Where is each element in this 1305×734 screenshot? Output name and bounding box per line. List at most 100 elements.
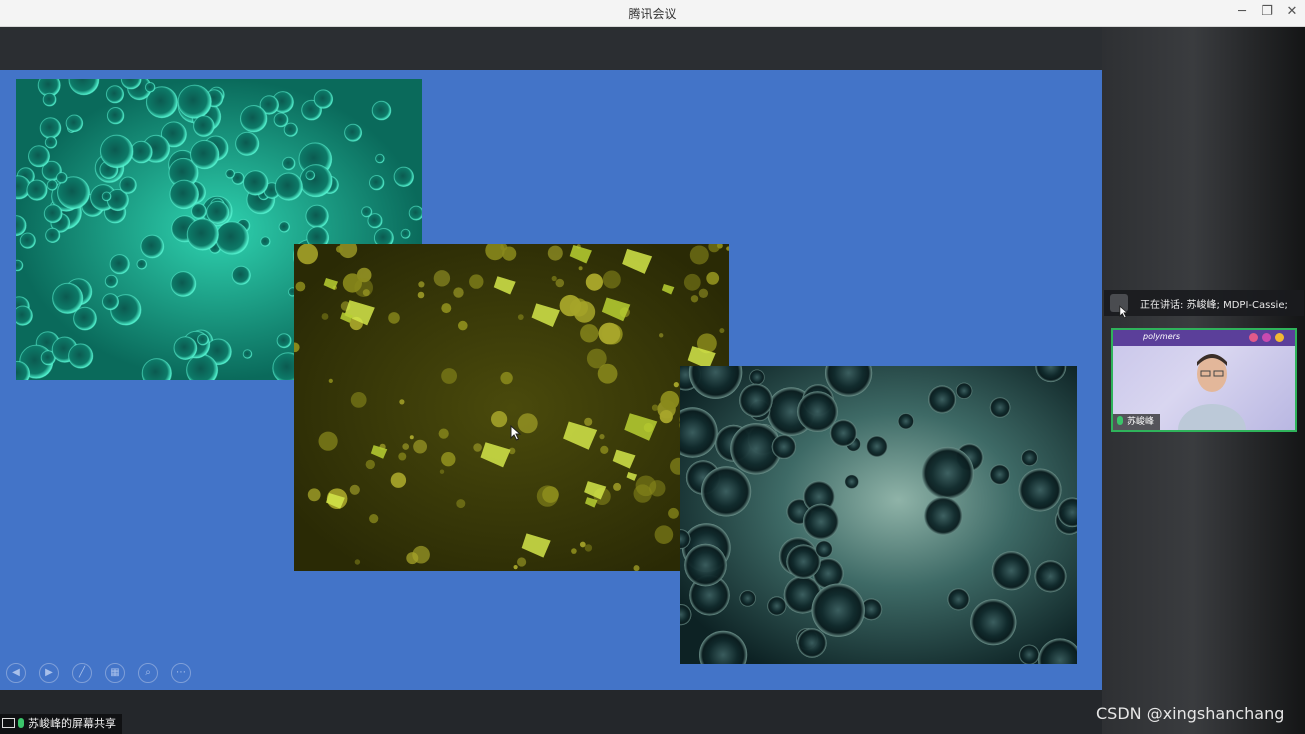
particle xyxy=(571,548,577,554)
cell-bubble xyxy=(191,203,207,220)
next-icon[interactable]: ▶ xyxy=(39,663,59,683)
particle xyxy=(668,507,679,519)
particle xyxy=(439,469,445,474)
cell-bubble xyxy=(1034,560,1067,593)
particle xyxy=(349,484,360,495)
particle xyxy=(388,312,400,324)
particle xyxy=(453,287,464,298)
particle xyxy=(673,382,679,388)
cell-bubble xyxy=(1019,644,1040,664)
cell-bubble xyxy=(684,543,727,587)
cell-bubble xyxy=(802,503,840,540)
cell-bubble xyxy=(46,179,58,191)
particle xyxy=(584,417,593,426)
zoom-icon[interactable]: ⌕ xyxy=(138,663,158,683)
cell-bubble xyxy=(140,234,165,259)
cell-bubble xyxy=(260,236,271,247)
cell-bubble xyxy=(19,232,36,249)
cell-bubble xyxy=(313,89,334,109)
screen-share-label[interactable]: 苏峻峰的屏幕共享 xyxy=(0,714,122,734)
cell-bubble xyxy=(119,176,137,194)
particle xyxy=(399,399,405,405)
cell-bubble xyxy=(947,588,970,611)
more-icon[interactable]: ⋯ xyxy=(171,663,191,683)
cell-bubble xyxy=(65,114,84,133)
cell-bubble xyxy=(1021,449,1038,467)
particle xyxy=(433,270,451,287)
cell-bubble xyxy=(235,131,260,156)
cell-bubble xyxy=(1018,468,1062,512)
cell-bubble xyxy=(243,170,269,196)
cell-bubble xyxy=(749,369,765,385)
particle xyxy=(599,434,605,440)
cell-bubble xyxy=(701,466,752,517)
particle xyxy=(458,320,468,331)
cell-bubble xyxy=(45,227,61,243)
particle xyxy=(517,557,527,567)
csdn-watermark: CSDN @xingshanchang xyxy=(1096,704,1285,723)
particle xyxy=(659,410,673,424)
minimize-icon[interactable]: ─ xyxy=(1232,3,1252,21)
previous-icon[interactable]: ◀ xyxy=(6,663,26,683)
particle xyxy=(354,278,373,297)
cell-bubble xyxy=(215,221,249,255)
particle xyxy=(602,270,621,289)
cell-bubble xyxy=(970,599,1017,646)
cell-bubble xyxy=(105,85,125,104)
cell-bubble xyxy=(767,596,787,616)
particle xyxy=(580,324,599,343)
cell-bubble xyxy=(99,134,134,169)
cell-bubble xyxy=(400,228,411,239)
share-area-top-bar xyxy=(0,27,1102,70)
particle xyxy=(297,244,318,265)
particle xyxy=(689,245,709,265)
cell-bubble xyxy=(26,179,48,201)
particle xyxy=(719,328,725,334)
cell-bubble xyxy=(361,206,373,218)
cell-bubble xyxy=(73,306,97,331)
particle xyxy=(698,288,709,298)
cell-bubble xyxy=(68,343,94,369)
cell-bubble xyxy=(206,200,230,224)
decor-dot xyxy=(1262,333,1271,342)
active-speaker-bar: 正在讲话: 苏峻峰; MDPI-Cassie; xyxy=(1104,290,1304,316)
particle xyxy=(441,303,452,314)
cell-bubble xyxy=(278,221,290,233)
decor-dot xyxy=(1275,333,1284,342)
particle xyxy=(690,295,699,303)
particle xyxy=(491,411,508,428)
mouse-cursor-icon xyxy=(1119,305,1129,319)
yellow-microscopy-image xyxy=(294,244,729,571)
particle xyxy=(441,368,457,384)
cell-bubble xyxy=(739,590,756,607)
particle xyxy=(354,559,361,565)
restore-icon[interactable]: ❐ xyxy=(1257,3,1277,21)
pen-icon[interactable]: ╱ xyxy=(72,663,92,683)
cell-bubble xyxy=(897,413,914,430)
cell-bubble xyxy=(101,191,112,202)
particle xyxy=(635,475,657,497)
mic-active-icon xyxy=(1117,416,1123,425)
participant-video-tile[interactable]: polymers 苏峻峰 xyxy=(1111,328,1297,432)
slides-icon[interactable]: ▦ xyxy=(105,663,125,683)
cell-bubble xyxy=(408,205,422,221)
banner-text: polymers xyxy=(1143,332,1181,341)
cell-bubble xyxy=(39,117,62,139)
cell-bubble xyxy=(866,435,888,458)
particle xyxy=(336,245,343,253)
cell-bubble xyxy=(739,383,773,418)
cell-bubble xyxy=(169,179,199,210)
particle xyxy=(456,499,466,509)
decor-dot xyxy=(1249,333,1258,342)
cell-bubble xyxy=(928,385,957,414)
cell-bubble xyxy=(170,271,197,297)
particle xyxy=(578,266,583,271)
mouse-cursor-icon xyxy=(510,425,522,441)
close-icon[interactable]: ✕ xyxy=(1282,3,1302,21)
cell-bubble xyxy=(28,145,50,168)
particle xyxy=(500,371,513,385)
particle xyxy=(551,275,557,282)
particle xyxy=(586,348,607,369)
particle xyxy=(659,333,664,338)
cell-bubble xyxy=(242,349,253,359)
